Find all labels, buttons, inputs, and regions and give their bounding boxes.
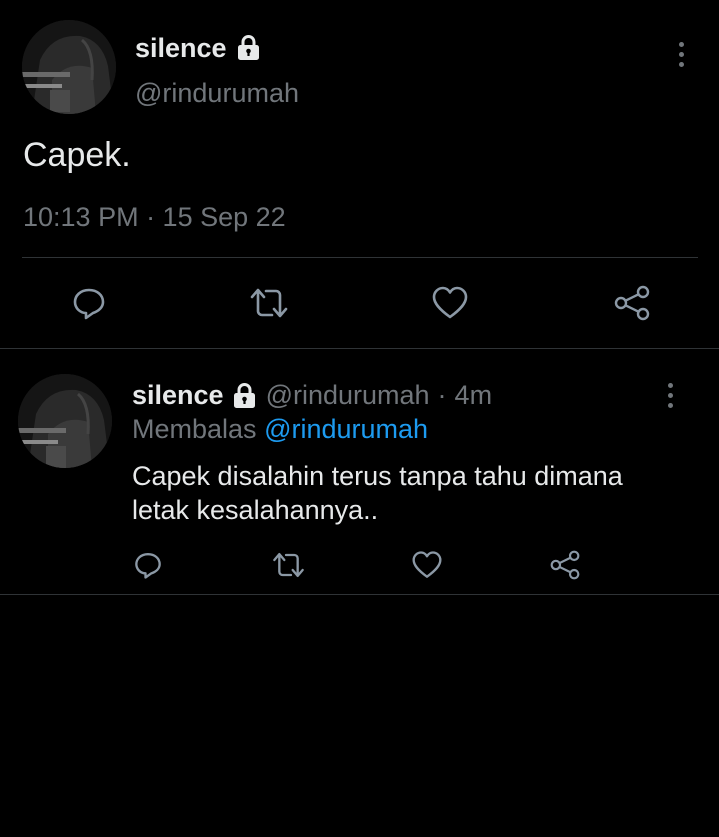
main-tweet-lock-icon (235, 34, 262, 66)
reply-reply-icon[interactable] (132, 549, 164, 581)
main-tweet-handle[interactable]: @rindurumah (135, 78, 299, 109)
main-tweet-avatar[interactable] (22, 20, 116, 114)
main-tweet-divider (22, 257, 698, 258)
reply-tweet-avatar[interactable] (18, 374, 112, 468)
reply-tweet-more-icon[interactable] (665, 383, 675, 408)
reply-tweet-replying-to: Membalas @rindurumah (132, 414, 428, 445)
reply-like-icon[interactable] (410, 549, 444, 581)
replying-to-handle-link[interactable]: @rindurumah (264, 414, 428, 444)
reply-tweet-text-line-1: Capek disalahin terus tanpa tahu dimana (132, 461, 623, 491)
reply-tweet-bottom-divider (0, 594, 719, 595)
reply-tweet-handle[interactable]: @rindurumah (266, 380, 430, 411)
reply-tweet-age[interactable]: 4m (455, 380, 493, 411)
reply-tweet-separator: · (437, 380, 447, 410)
main-tweet-more-icon[interactable] (676, 42, 686, 67)
reply-tweet-text: Capek disalahin terus tanpa tahu dimana … (132, 459, 623, 527)
main-retweet-icon[interactable] (248, 284, 290, 322)
main-tweet-timestamp[interactable]: 10:13 PM · 15 Sep 22 (23, 202, 286, 233)
replying-prefix: Membalas (132, 414, 257, 444)
reply-share-icon[interactable] (548, 549, 582, 581)
reply-retweet-icon[interactable] (270, 549, 306, 581)
reply-tweet-display-name[interactable]: silence (132, 380, 224, 411)
reply-tweet-text-line-2: letak kesalahannya.. (132, 495, 379, 525)
main-tweet-display-name[interactable]: silence (135, 33, 227, 64)
reply-tweet-lock-icon (231, 382, 258, 409)
main-reply-icon[interactable] (70, 284, 108, 322)
main-like-icon[interactable] (430, 284, 470, 322)
reply-tweet-header: silence @rindurumah · 4m (132, 380, 492, 411)
main-share-icon[interactable] (612, 284, 652, 322)
main-tweet-text: Capek. (23, 136, 131, 174)
section-divider (0, 348, 719, 349)
